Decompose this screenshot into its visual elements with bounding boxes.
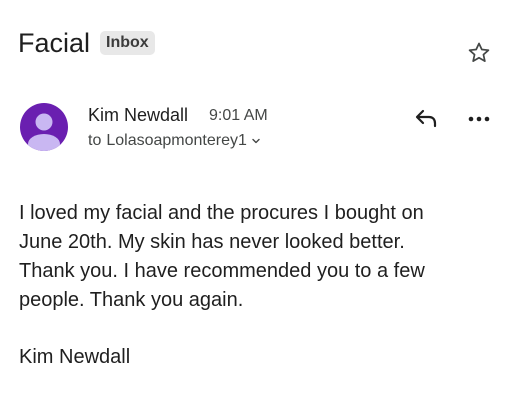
subject-row: Facial Inbox (18, 26, 155, 60)
reply-icon[interactable] (413, 106, 441, 130)
more-options-icon[interactable] (466, 109, 492, 129)
person-icon (28, 113, 60, 151)
recipient-details-toggle[interactable]: to Lolasoapmonterey1 (88, 131, 261, 151)
email-body-line: I loved my facial and the procures I bou… (19, 202, 424, 224)
recipient-prefix: to (88, 132, 102, 149)
star-icon[interactable] (466, 40, 492, 66)
email-body: I loved my facial and the procures I bou… (19, 199, 499, 315)
sent-time: 9:01 AM (209, 107, 268, 124)
email-subject: Facial (18, 28, 91, 58)
email-body-line: June 20th. My skin has never looked bett… (19, 231, 405, 253)
sender-name[interactable]: Kim Newdall (88, 104, 188, 126)
inbox-label-chip[interactable]: Inbox (100, 31, 155, 55)
email-body-line: people. Thank you again. (19, 289, 244, 311)
email-signature: Kim Newdall (19, 346, 131, 368)
chevron-down-icon (252, 138, 260, 144)
email-body-line: Thank you. I have recommended you to a f… (19, 260, 425, 282)
recipient-name: Lolasoapmonterey1 (106, 132, 247, 149)
sender-avatar[interactable] (20, 103, 68, 151)
